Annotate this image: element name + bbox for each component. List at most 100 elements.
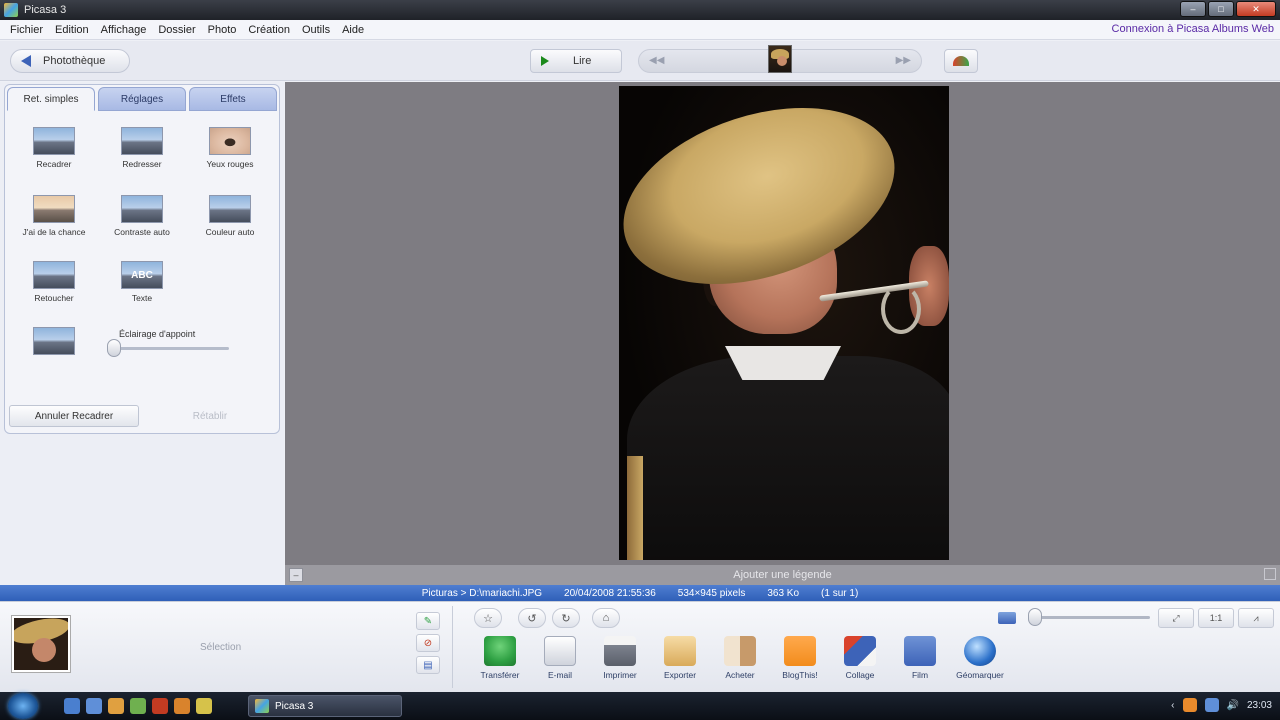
add-to-album-icon[interactable]: ▤ xyxy=(416,656,440,674)
tool-label: Retoucher xyxy=(34,293,74,303)
tray-divider xyxy=(452,606,453,688)
menu-tools[interactable]: Outils xyxy=(296,24,336,36)
fill-light-slider-thumb[interactable] xyxy=(107,339,121,357)
tray-side-icons: ✎ ⊘ ▤ xyxy=(416,612,440,674)
media-icon[interactable] xyxy=(130,698,146,714)
title-bar: Picasa 3 – □ ✕ xyxy=(0,0,1280,20)
switch-windows-icon[interactable] xyxy=(86,698,102,714)
quick-launch xyxy=(64,698,212,714)
collage-action[interactable]: Collage xyxy=(830,636,890,680)
redo-button[interactable]: Rétablir xyxy=(145,405,275,427)
account-link[interactable]: Connexion à Picasa Albums Web xyxy=(1112,23,1274,35)
collapse-panel-icon[interactable]: – xyxy=(289,568,303,582)
photo-strap xyxy=(627,456,643,560)
retouch-icon xyxy=(33,261,75,289)
tray-arrow-icon[interactable]: ‹ xyxy=(1171,700,1174,711)
edit-tabs: Ret. simples Réglages Effets xyxy=(5,87,279,113)
start-button[interactable] xyxy=(8,693,38,719)
rotate-left-button[interactable]: ↺ xyxy=(518,608,546,628)
auto-color-tool[interactable]: Couleur auto xyxy=(187,195,273,237)
app-icon-orange[interactable] xyxy=(174,698,190,714)
tab-basic-fixes[interactable]: Ret. simples xyxy=(7,87,95,111)
current-photo-thumbnail[interactable] xyxy=(768,45,792,73)
status-dimensions: 534×945 pixels xyxy=(677,587,746,599)
taskbar-picasa-label: Picasa 3 xyxy=(275,700,314,712)
tray-photo-thumbnail[interactable] xyxy=(12,616,70,672)
tab-effects[interactable]: Effets xyxy=(189,87,277,111)
show-desktop-icon[interactable] xyxy=(64,698,80,714)
fill-light-slider-track[interactable] xyxy=(111,347,229,350)
photo-jacket xyxy=(627,356,949,560)
menu-edit[interactable]: Edition xyxy=(49,24,95,36)
zoom-slider-track[interactable] xyxy=(1030,616,1150,619)
app-icon-red[interactable] xyxy=(152,698,168,714)
play-slideshow-button[interactable]: Lire xyxy=(530,49,622,73)
upload-action[interactable]: Transférer xyxy=(470,636,530,680)
collage-label: Collage xyxy=(845,670,875,680)
print-action[interactable]: Imprimer xyxy=(590,636,650,680)
caption-placeholder: Ajouter une légende xyxy=(733,569,832,581)
text-icon: ABC xyxy=(121,261,163,289)
export-label: Exporter xyxy=(663,670,697,680)
shop-action[interactable]: Acheter xyxy=(710,636,770,680)
menu-help[interactable]: Aide xyxy=(336,24,370,36)
close-button[interactable]: ✕ xyxy=(1236,1,1276,17)
crop-tool[interactable]: Recadrer xyxy=(11,127,97,169)
photo-trumpet-loop xyxy=(881,284,921,334)
upload-icon xyxy=(484,636,516,666)
status-bar: Picturas > D:\mariachi.JPG 20/04/2008 21… xyxy=(0,585,1280,601)
text-tool[interactable]: ABC Texte xyxy=(99,261,185,303)
feeling-lucky-tool[interactable]: J'ai de la chance xyxy=(11,195,97,237)
zoom-slider-thumb[interactable] xyxy=(1028,608,1042,626)
menu-create[interactable]: Création xyxy=(242,24,296,36)
histogram-button[interactable]: ⩘ xyxy=(1238,608,1274,628)
geotag-label: Géomarquer xyxy=(956,670,1004,680)
taskbar-picasa-button[interactable]: Picasa 3 xyxy=(248,695,402,717)
menu-view[interactable]: Affichage xyxy=(95,24,153,36)
caption-bar[interactable]: – Ajouter une légende xyxy=(285,565,1280,585)
red-eye-tool[interactable]: Yeux rouges xyxy=(187,127,273,169)
maximize-button[interactable]: □ xyxy=(1208,1,1234,17)
tab-tuning[interactable]: Réglages xyxy=(98,87,186,111)
browser-icon[interactable] xyxy=(108,698,124,714)
tag-button[interactable]: ⌂ xyxy=(592,608,620,628)
tray-app-icon[interactable] xyxy=(1182,698,1197,712)
network-icon[interactable] xyxy=(1204,698,1219,712)
rotate-right-button[interactable]: ↻ xyxy=(552,608,580,628)
minimize-button[interactable]: – xyxy=(1180,1,1206,17)
retouch-tool[interactable]: Retoucher xyxy=(11,261,97,303)
movie-action[interactable]: Film xyxy=(890,636,950,680)
blogger-icon xyxy=(784,636,816,666)
rotate-button[interactable] xyxy=(944,49,978,73)
blogthis-action[interactable]: BlogThis! xyxy=(770,636,830,680)
undo-crop-button[interactable]: Annuler Recadrer xyxy=(9,405,139,427)
app-icon-yellow[interactable] xyxy=(196,698,212,714)
hold-pin-icon[interactable]: ✎ xyxy=(416,612,440,630)
export-action[interactable]: Exporter xyxy=(650,636,710,680)
print-label: Imprimer xyxy=(603,670,637,680)
tool-label: Contraste auto xyxy=(114,227,170,237)
actual-size-button[interactable]: 1:1 xyxy=(1198,608,1234,628)
geotag-action[interactable]: Géomarquer xyxy=(950,636,1010,680)
clock[interactable]: 23:03 xyxy=(1247,700,1272,711)
clear-tray-icon[interactable]: ⊘ xyxy=(416,634,440,652)
back-to-library-button[interactable]: Photothèque xyxy=(10,49,130,73)
auto-contrast-tool[interactable]: Contraste auto xyxy=(99,195,185,237)
menu-folder[interactable]: Dossier xyxy=(152,24,201,36)
fit-view-button[interactable]: ⤢ xyxy=(1158,608,1194,628)
zoom-out-icon[interactable] xyxy=(998,612,1016,624)
tool-label: Couleur auto xyxy=(205,227,255,237)
status-path: Picturas > D:\mariachi.JPG xyxy=(421,587,543,599)
export-folder-icon xyxy=(664,636,696,666)
fill-light-tool[interactable] xyxy=(11,327,97,359)
volume-icon[interactable]: 🔊 xyxy=(1227,700,1239,711)
star-button[interactable]: ☆ xyxy=(474,608,502,628)
next-photo-icon[interactable]: ▶▶ xyxy=(896,55,911,66)
mariachi-photo[interactable] xyxy=(619,86,949,560)
straighten-tool[interactable]: Redresser xyxy=(99,127,185,169)
menu-file[interactable]: Fichier xyxy=(4,24,49,36)
play-icon xyxy=(541,56,549,66)
email-action[interactable]: E-mail xyxy=(530,636,590,680)
menu-photo[interactable]: Photo xyxy=(202,24,243,36)
previous-photo-icon[interactable]: ◀◀ xyxy=(649,55,664,66)
